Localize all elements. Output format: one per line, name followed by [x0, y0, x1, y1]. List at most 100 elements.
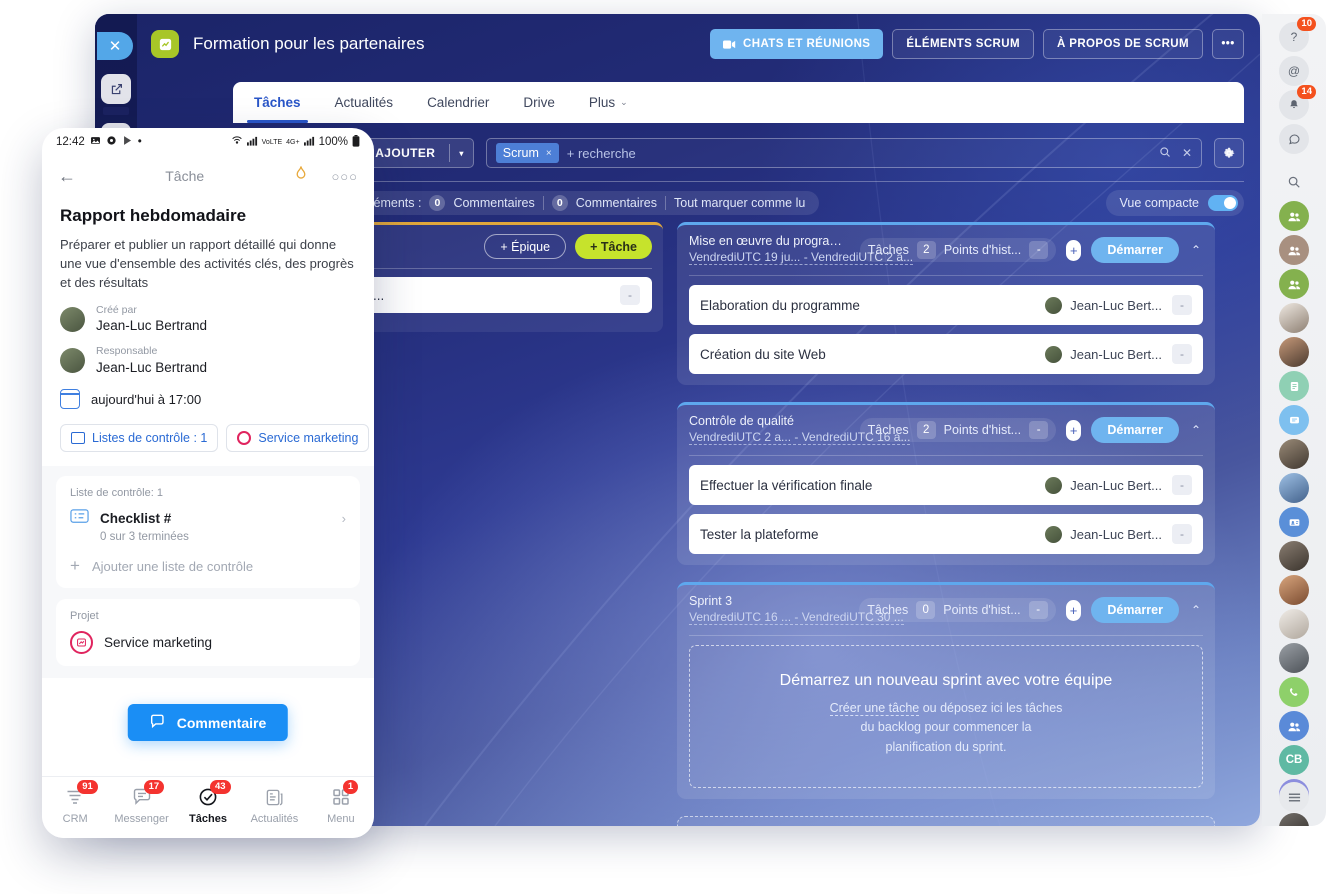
tab-calendrier[interactable]: Calendrier [410, 82, 506, 123]
add-epic-button[interactable]: + Épique [484, 234, 566, 259]
user-avatar-5[interactable] [1279, 541, 1309, 571]
document-icon[interactable] [1279, 371, 1309, 401]
plus-icon[interactable]: + [1066, 600, 1082, 621]
start-new-sprint-button[interactable]: Démarrer un nouveau sprint [677, 816, 1215, 826]
more-dots-icon[interactable]: ○○○ [331, 169, 358, 184]
compact-view-switch[interactable] [1208, 195, 1238, 211]
task-points[interactable]: - [1172, 344, 1192, 364]
phone-call-icon[interactable] [1279, 677, 1309, 707]
tab-menu[interactable]: 1 Menu [308, 786, 374, 825]
table-row[interactable]: Effectuer la vérification finale Jean-Lu… [689, 465, 1203, 505]
start-sprint-button[interactable]: Démarrer [1091, 237, 1179, 263]
sprint-dropzone[interactable]: Démarrez un nouveau sprint avec votre éq… [689, 645, 1203, 788]
backlog-item-points[interactable]: - [620, 285, 640, 305]
tab-drive[interactable]: Drive [506, 82, 572, 123]
tab-actualites-label: Actualités [251, 813, 299, 825]
deadline-row[interactable]: aujourd'hui à 17:00 [42, 376, 374, 409]
a-propos-de-scrum-button[interactable]: À PROPOS DE SCRUM [1043, 29, 1203, 59]
table-row[interactable]: Création du site Web Jean-Luc Bert... - [689, 334, 1203, 374]
compact-view-toggle[interactable]: Vue compacte [1106, 190, 1244, 216]
project-dot-icon [237, 431, 251, 445]
user-avatar-9[interactable] [1279, 813, 1309, 826]
user-avatar-4[interactable] [1279, 473, 1309, 503]
table-row[interactable]: Tester la plateforme Jean-Luc Bert... - [689, 514, 1203, 554]
group-avatar-green-2[interactable] [1279, 269, 1309, 299]
tab-actualites[interactable]: Actualités [241, 786, 307, 825]
search-input[interactable]: + recherche [567, 146, 636, 161]
plus-icon[interactable]: + [1066, 240, 1081, 261]
mobile-status-right: VoLTE 4G+ 100% [231, 135, 360, 150]
sprint-title: Mise en œuvre du programme de ... [689, 234, 850, 248]
more-options-button[interactable]: ••• [1212, 29, 1244, 59]
tab-crm[interactable]: 91 CRM [42, 786, 108, 825]
user-avatar-2[interactable] [1279, 337, 1309, 367]
search-icon[interactable] [1279, 167, 1309, 197]
help-icon[interactable]: ? 10 [1279, 22, 1309, 52]
project-chip[interactable]: Service marketing [226, 424, 369, 452]
clear-icon[interactable]: ✕ [1182, 146, 1192, 161]
chevron-up-icon[interactable]: ⌃ [1189, 603, 1203, 617]
task-assignee-name: Jean-Luc Bert... [1070, 478, 1162, 493]
comment-button[interactable]: Commentaire [128, 704, 288, 741]
close-icon[interactable]: ✕ [97, 32, 133, 60]
start-sprint-button[interactable]: Démarrer [1091, 417, 1179, 443]
tab-drive-label: Drive [523, 95, 555, 110]
user-avatar-7[interactable] [1279, 609, 1309, 639]
create-task-link[interactable]: Créer une tâche [830, 701, 920, 716]
project-card-header: Projet [70, 610, 346, 622]
table-row[interactable]: Elaboration du programme Jean-Luc Bert..… [689, 285, 1203, 325]
search-icon[interactable] [1159, 146, 1171, 161]
tab-taches[interactable]: Tâches [237, 82, 318, 123]
user-avatar-6[interactable] [1279, 575, 1309, 605]
close-icon[interactable]: × [546, 148, 552, 159]
add-epic-label: + Épique [500, 240, 550, 254]
comments-label-1[interactable]: Commentaires [453, 196, 534, 210]
checklist-item[interactable]: Checklist # › [70, 508, 346, 529]
contact-card-icon[interactable] [1279, 507, 1309, 537]
flame-icon[interactable] [293, 165, 309, 187]
plus-icon[interactable]: + [1066, 420, 1081, 441]
elements-scrum-button[interactable]: ÉLÉMENTS SCRUM [892, 29, 1034, 59]
tab-plus[interactable]: Plus ⌄ [572, 82, 645, 123]
chat-icon-blue[interactable] [1279, 405, 1309, 435]
add-checklist-button[interactable]: + Ajouter une liste de contrôle [70, 556, 346, 576]
initials-avatar-cb-1[interactable]: CB [1279, 745, 1309, 775]
chats-et-reunions-button[interactable]: CHATS ET RÉUNIONS [710, 29, 883, 59]
tab-messenger[interactable]: 17 Messenger [108, 786, 174, 825]
open-external-icon[interactable] [101, 74, 131, 104]
notifications-bell-icon[interactable]: 14 [1279, 90, 1309, 120]
project-row[interactable]: Service marketing [70, 631, 346, 654]
team-icon[interactable] [1279, 711, 1309, 741]
comments-label-2[interactable]: Commentaires [576, 196, 657, 210]
mark-all-read-link[interactable]: Tout marquer comme lu [674, 196, 805, 210]
signal-icon [304, 136, 315, 149]
chevron-up-icon[interactable]: ⌃ [1189, 423, 1203, 437]
user-avatar-1[interactable] [1279, 303, 1309, 333]
search-filter-chip[interactable]: Scrum × [496, 143, 559, 163]
elements-scrum-label: ÉLÉMENTS SCRUM [906, 38, 1020, 50]
created-by-info: Créé par Jean-Luc Bertrand [96, 304, 207, 335]
chat-bubble-icon[interactable] [1279, 124, 1309, 154]
chevron-right-icon[interactable]: › [342, 511, 346, 526]
start-sprint-button[interactable]: Démarrer [1091, 597, 1179, 623]
list-menu-icon[interactable] [1279, 782, 1309, 812]
user-avatar-3[interactable] [1279, 439, 1309, 469]
add-button[interactable]: AJOUTER ▾ [360, 138, 474, 168]
sprint-meta: Sprint 3 VendrediUTC 16 ... - VendrediUT… [689, 594, 849, 626]
search-bar[interactable]: Scrum × + recherche ✕ [486, 138, 1202, 168]
tab-actualites[interactable]: Actualités [318, 82, 411, 123]
gear-icon[interactable] [1214, 138, 1244, 168]
user-avatar-8[interactable] [1279, 643, 1309, 673]
add-task-button[interactable]: + Tâche [575, 234, 652, 259]
comment-button-label: Commentaire [177, 715, 266, 731]
task-points[interactable]: - [1172, 524, 1192, 544]
group-avatar-brown[interactable] [1279, 235, 1309, 265]
at-mention-icon[interactable]: @ [1279, 56, 1309, 86]
tab-taches[interactable]: 43 Tâches [175, 786, 241, 825]
back-arrow-icon[interactable]: ← [58, 166, 76, 187]
group-avatar-green-1[interactable] [1279, 201, 1309, 231]
task-points[interactable]: - [1172, 295, 1192, 315]
task-points[interactable]: - [1172, 475, 1192, 495]
chevron-up-icon[interactable]: ⌃ [1189, 243, 1203, 257]
checklists-chip[interactable]: Listes de contrôle : 1 [60, 424, 218, 452]
